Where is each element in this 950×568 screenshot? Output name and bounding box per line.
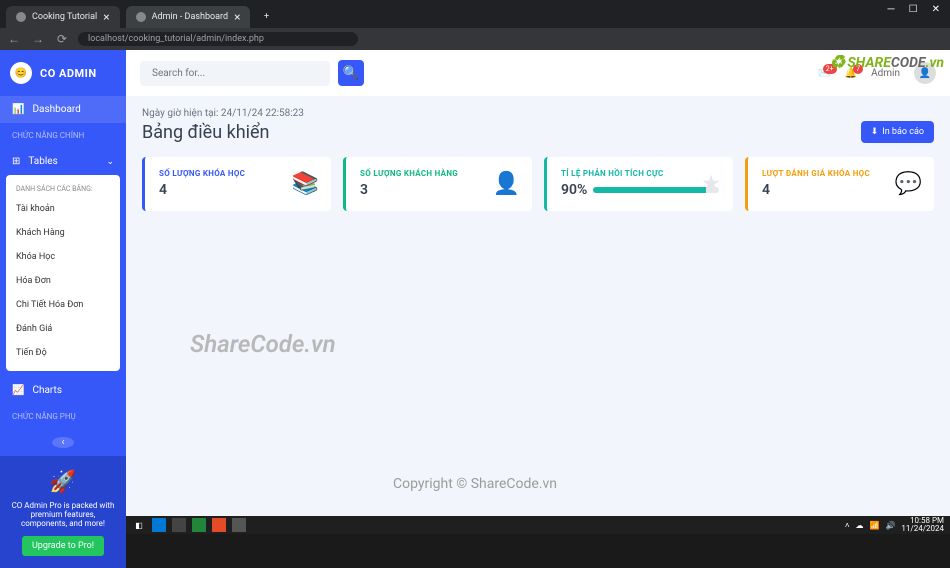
browser-address-bar: ← → ⟳ localhost/cooking_tutorial/admin/i… [0, 28, 950, 50]
main-area: 🔍 ✉️ 2+ 🔔 7 Admin 👤 Ngày giờ hiện tại: [126, 50, 950, 516]
taskbar-date: 11/24/2024 [901, 525, 944, 533]
chat-icon: 💬 [895, 172, 922, 197]
search-button[interactable]: 🔍 [338, 60, 364, 86]
sub-item-cthd[interactable]: Chi Tiết Hóa Đơn [6, 293, 120, 317]
forward-icon[interactable]: → [30, 32, 46, 46]
app-icon-2[interactable] [172, 518, 186, 532]
search-icon: 🔍 [343, 66, 360, 81]
chart-icon: 📈 [12, 385, 24, 396]
close-window-icon[interactable]: ✕ [932, 4, 940, 15]
browser-tab-1[interactable]: Admin - Dashboard × [126, 6, 251, 28]
submenu-header: DANH SÁCH CÁC BẢNG: [6, 181, 120, 197]
promo-text: CO Admin Pro is packed with premium feat… [10, 501, 116, 528]
sub-item-khoahoc[interactable]: Khóa Học [6, 245, 120, 269]
tray-chevron-icon[interactable]: ˄ [845, 521, 850, 530]
stat-cards: SỐ LƯỢNG KHÓA HỌC 4 📚 SỐ LƯỢNG KHÁCH HÀN… [142, 157, 934, 211]
card-feedback: TỈ LỆ PHẢN HỒI TÍCH CỰC 90% ★ [544, 157, 733, 211]
corner-code: CODE [891, 55, 926, 71]
date-value: 24/11/24 22:58:23 [221, 108, 304, 119]
sub-item-danhgia[interactable]: Đánh Giá [6, 317, 120, 341]
date-prefix: Ngày giờ hiện tại: [142, 108, 221, 119]
nav-label: Dashboard [32, 104, 80, 115]
nav-charts[interactable]: 📈 Charts [0, 377, 126, 404]
progress-row: 90% [561, 182, 719, 198]
table-icon: ⊞ [12, 156, 20, 167]
window-controls: ─ ☐ ✕ [878, 0, 950, 15]
page-title: Bảng điều khiển [142, 122, 270, 143]
search-input[interactable] [140, 61, 330, 86]
progress-fill [593, 187, 706, 193]
sub-item-taikhoan[interactable]: Tài khoản [6, 197, 120, 221]
corner-ext: .vn [926, 55, 944, 71]
reload-icon[interactable]: ⟳ [54, 32, 70, 46]
print-report-button[interactable]: ⬇ In báo cáo [861, 121, 934, 143]
minimize-icon[interactable]: ─ [888, 4, 895, 15]
corner-watermark: ♻ SHARECODE.vn [829, 52, 944, 73]
tray-cloud-icon[interactable]: ☁ [855, 521, 863, 530]
title-row: Bảng điều khiển ⬇ In báo cáo [142, 121, 934, 143]
print-label: In báo cáo [882, 127, 924, 137]
app-icon-3[interactable] [192, 518, 206, 532]
recycle-icon: ♻ [829, 52, 845, 73]
favicon [136, 12, 146, 22]
tab-label: Admin - Dashboard [152, 12, 228, 22]
maximize-icon[interactable]: ☐ [909, 4, 918, 15]
tray-wifi-icon[interactable]: 📶 [869, 521, 879, 530]
card-customers: SỐ LƯỢNG KHÁCH HÀNG 3 👤 [343, 157, 532, 211]
taskbar-tray: ˄ ☁ 📶 🔊 10:58 PM 11/24/2024 [845, 517, 944, 533]
download-icon: ⬇ [871, 127, 879, 137]
promo-box: 🚀 CO Admin Pro is packed with premium fe… [0, 456, 126, 568]
windows-taskbar: ⊞ 🔍 Type here to search ◧ ˄ ☁ 📶 🔊 10:58 … [0, 516, 950, 534]
close-icon[interactable]: × [234, 10, 240, 24]
progress-bar [593, 187, 719, 193]
taskbar-clock[interactable]: 10:58 PM 11/24/2024 [901, 517, 944, 533]
upgrade-button[interactable]: Upgrade to Pro! [22, 536, 104, 556]
nav-section-extra: CHỨC NĂNG PHỤ [0, 404, 126, 429]
browser-tab-0[interactable]: Cooking Tutorial × [6, 6, 120, 28]
star-icon: ★ [701, 172, 721, 197]
card-label: TỈ LỆ PHẢN HỒI TÍCH CỰC [561, 169, 719, 178]
favicon [16, 12, 26, 22]
sub-item-khachhang[interactable]: Khách Hàng [6, 221, 120, 245]
app-icon-4[interactable] [212, 518, 226, 532]
tables-submenu: DANH SÁCH CÁC BẢNG: Tài khoản Khách Hàng… [6, 175, 120, 371]
nav-label: Tables [28, 156, 57, 167]
card-courses: SỐ LƯỢNG KHÓA HỌC 4 📚 [142, 157, 331, 211]
date-row: Ngày giờ hiện tại: 24/11/24 22:58:23 [142, 108, 934, 119]
corner-share: SHARE [847, 55, 891, 71]
tray-sound-icon[interactable]: 🔊 [885, 521, 895, 530]
close-icon[interactable]: × [103, 10, 109, 24]
url-text: localhost/cooking_tutorial/admin/index.p… [88, 34, 264, 44]
app-icon-1[interactable] [152, 518, 166, 532]
nav-dashboard[interactable]: 📊 Dashboard [0, 96, 126, 123]
nav-section-main: CHỨC NĂNG CHÍNH [0, 123, 126, 148]
new-tab-button[interactable]: + [256, 6, 276, 28]
brand-row[interactable]: 😊 CO ADMIN [0, 50, 126, 96]
nav-tables[interactable]: ⊞ Tables ⌄ [0, 148, 126, 175]
sidebar: 😊 CO ADMIN 📊 Dashboard CHỨC NĂNG CHÍNH ⊞… [0, 50, 126, 516]
app-icon-5[interactable] [232, 518, 246, 532]
taskview-icon[interactable]: ◧ [132, 518, 146, 532]
user-icon: 👤 [493, 172, 520, 197]
sub-item-hoadon[interactable]: Hóa Đơn [6, 269, 120, 293]
browser-tab-strip: Cooking Tutorial × Admin - Dashboard × +… [0, 0, 950, 28]
tab-label: Cooking Tutorial [32, 12, 97, 22]
content: Ngày giờ hiện tại: 24/11/24 22:58:23 Bản… [126, 96, 950, 223]
back-icon[interactable]: ← [6, 32, 22, 46]
card-value: 90% [561, 182, 587, 198]
chevron-down-icon: ⌄ [106, 157, 114, 167]
gauge-icon: 📊 [12, 104, 24, 115]
brand-text: CO ADMIN [40, 67, 97, 80]
rocket-icon: 🚀 [10, 470, 116, 495]
app-root: 😊 CO ADMIN 📊 Dashboard CHỨC NĂNG CHÍNH ⊞… [0, 50, 950, 516]
layers-icon: 📚 [292, 172, 319, 197]
sub-item-tiendo[interactable]: Tiến Độ [6, 341, 120, 365]
chevron-left-icon: ‹ [61, 437, 64, 448]
topbar: 🔍 ✉️ 2+ 🔔 7 Admin 👤 [126, 50, 950, 96]
card-reviews: LƯỢT ĐÁNH GIÁ KHÓA HỌC 4 💬 [745, 157, 934, 211]
nav-label: Charts [32, 385, 62, 396]
collapse-sidebar-button[interactable]: ‹ [52, 437, 74, 448]
url-input[interactable]: localhost/cooking_tutorial/admin/index.p… [78, 32, 358, 46]
logo-icon: 😊 [10, 62, 32, 84]
